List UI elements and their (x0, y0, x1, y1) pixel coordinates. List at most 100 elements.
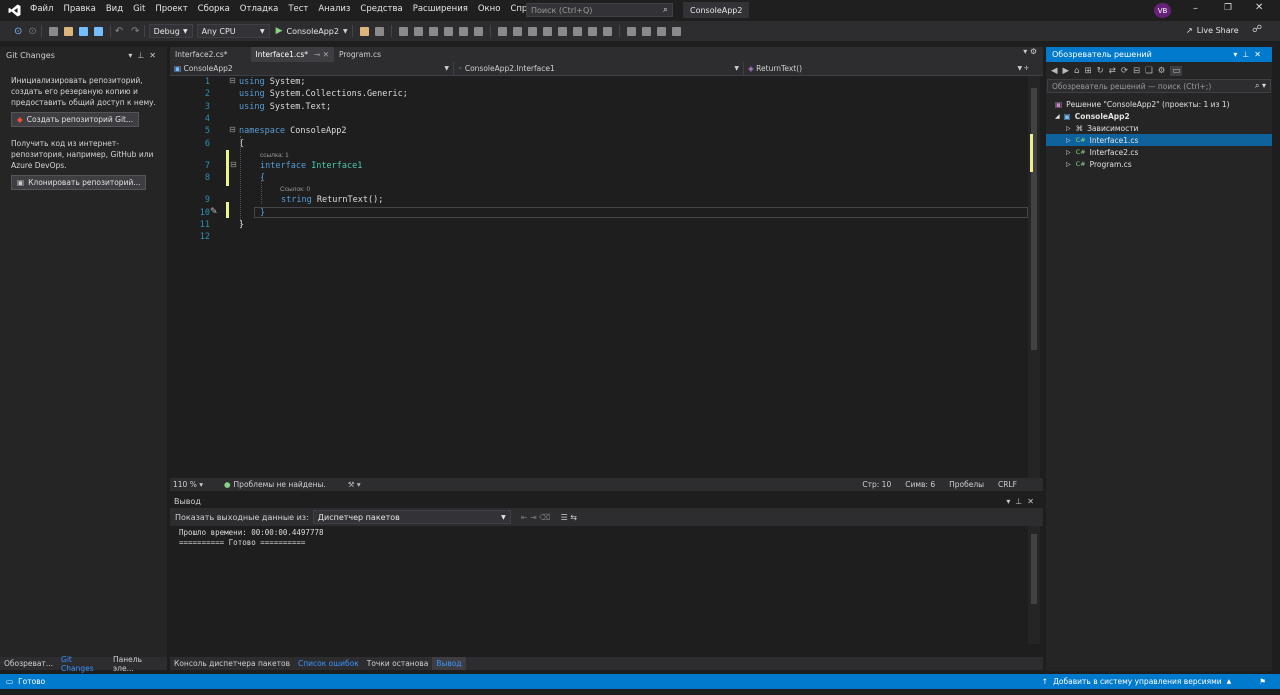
code-line[interactable]: 7 interface Interface1 ⊟ (170, 160, 1028, 173)
collapse-icon[interactable]: ⊟ (1133, 66, 1140, 76)
codelens-method[interactable]: Ссылок: 0 (280, 186, 310, 193)
tab-git-changes[interactable]: Git Changes (57, 655, 109, 673)
tree-project-node[interactable]: ◢ ▣ ConsoleApp2 (1046, 110, 1272, 122)
menu-tools[interactable]: Средства (360, 4, 402, 14)
menu-git[interactable]: Git (133, 4, 145, 14)
refresh-icon[interactable]: ⟳ (1121, 66, 1128, 76)
toolbar-icon-3[interactable] (428, 26, 438, 36)
show-all-icon[interactable]: ❏ (1145, 66, 1153, 76)
zoom-dropdown[interactable]: 110 % ▾ (170, 480, 224, 489)
menu-window[interactable]: Окно (478, 4, 501, 14)
menu-extensions[interactable]: Расширения (413, 4, 468, 14)
codelens-interface[interactable]: ссылка: 1 (260, 152, 289, 159)
tab-error-list[interactable]: Список ошибок (294, 657, 363, 670)
menu-project[interactable]: Проект (155, 4, 187, 14)
switch-views-icon[interactable]: ⊞ (1085, 66, 1092, 76)
toolbar-icon-17[interactable] (671, 26, 681, 36)
pending-changes-icon[interactable]: ↻ (1097, 66, 1104, 76)
add-to-source-control[interactable]: Добавить в систему управления версиями (1053, 677, 1222, 686)
collapsed-arrow-icon[interactable]: ▷ (1066, 125, 1071, 132)
search-box[interactable]: Поиск (Ctrl+Q) ⌕ (526, 3, 673, 17)
output-toolbar-icons[interactable]: ⇤ ⇥ ⌫ (521, 513, 551, 522)
code-line[interactable]: 9 string ReturnText(); (170, 195, 1028, 207)
live-share-button[interactable]: ↗ Live Share (1186, 26, 1239, 35)
toolbar-icon-7[interactable] (512, 26, 522, 36)
editor-scroll-thumb[interactable] (1031, 88, 1037, 350)
tab-toolbox[interactable]: Панель эле... (109, 655, 167, 673)
toolbar-icon-14[interactable] (626, 26, 636, 36)
clone-repo-button[interactable]: ▣ Клонировать репозиторий... (11, 175, 147, 190)
back-icon[interactable]: ◀ (1051, 66, 1058, 76)
save-icon[interactable] (78, 26, 88, 36)
minimize-icon[interactable]: – (1193, 3, 1198, 14)
output-pin-close-icon[interactable]: ▾⊥✕ (1006, 497, 1039, 506)
sync-icon[interactable]: ⇄ (1109, 66, 1116, 76)
forward-icon[interactable]: ⊙ (28, 26, 36, 37)
notifications-icon[interactable]: ⚑ (1259, 677, 1266, 686)
code-line[interactable]: 12 (170, 232, 1028, 244)
bookmark-icon[interactable] (497, 26, 507, 36)
toolbar-icon-12[interactable] (587, 26, 597, 36)
editor-scrollbar[interactable] (1028, 76, 1040, 478)
code-line[interactable]: 4 (170, 114, 1028, 126)
fold-toggle-icon[interactable]: ⊟ (229, 76, 236, 85)
feedback-icon[interactable]: ☍ (1252, 24, 1262, 35)
save-all-icon[interactable] (93, 26, 103, 36)
toolbar-icon-9[interactable] (542, 26, 552, 36)
platform-dropdown[interactable]: Any CPU ▼ (196, 24, 270, 38)
code-editor[interactable]: 1 using System; ⊟ 2 using System.Collections… (170, 76, 1040, 478)
tab-pin-close-icon[interactable]: ⊸ ✕ (314, 50, 329, 59)
tree-item-interface2[interactable]: ▷ C# Interface2.cs (1046, 146, 1272, 158)
code-line[interactable]: 1 using System; ⊟ (170, 76, 1028, 89)
properties-icon[interactable]: ⚙ (1158, 66, 1166, 76)
project-dropdown[interactable]: ▣ ConsoleApp2 ▼ (170, 62, 454, 75)
tab-overflow-icon[interactable]: ▾ ⚙ (1017, 47, 1043, 62)
menu-test[interactable]: Тест (288, 4, 308, 14)
start-button[interactable]: ▶ ConsoleApp2 ▼ (276, 26, 348, 36)
toolbar-icon-5[interactable] (458, 26, 468, 36)
tab-output[interactable]: Вывод (432, 657, 466, 670)
restore-icon[interactable]: ❐ (1224, 3, 1232, 13)
tab-solution-explorer-left[interactable]: Обозреват... (0, 657, 57, 670)
toolbar-icon-11[interactable] (572, 26, 582, 36)
code-line[interactable]: 2 using System.Collections.Generic; (170, 89, 1028, 101)
new-project-icon[interactable] (48, 26, 58, 36)
collapsed-arrow-icon[interactable]: ▷ (1066, 161, 1071, 168)
collapsed-arrow-icon[interactable]: ▷ (1066, 137, 1071, 144)
browse-icon[interactable] (374, 26, 384, 36)
panel-pin-close-icon[interactable]: ▾⊥✕ (1233, 50, 1266, 59)
quick-actions-icon[interactable]: ✎ (210, 207, 218, 217)
menu-debug[interactable]: Отладка (240, 4, 279, 14)
tab-program[interactable]: Program.cs (334, 47, 386, 62)
member-dropdown[interactable]: ◈ ReturnText() ▼ ✛ (744, 62, 1043, 75)
home-icon[interactable]: ⌂ (1074, 66, 1079, 76)
tab-package-manager-console[interactable]: Консоль диспетчера пакетов (170, 657, 294, 670)
redo-icon[interactable]: ↷ (131, 26, 139, 37)
menu-file[interactable]: Файл (30, 4, 53, 14)
forward-icon[interactable]: ▶ (1063, 66, 1070, 76)
panel-pin-close-icon[interactable]: ▾⊥✕ (128, 51, 161, 60)
line-number[interactable]: Стр: 10 (862, 480, 891, 489)
output-scrollbar[interactable] (1028, 526, 1040, 644)
tree-solution-node[interactable]: ▣ Решение "ConsoleApp2" (проекты: 1 из 1) (1046, 98, 1272, 110)
toolbar-icon-16[interactable] (656, 26, 666, 36)
column-number[interactable]: Симв: 6 (905, 480, 935, 489)
toolbar-icon-6[interactable] (473, 26, 483, 36)
tree-item-program[interactable]: ▷ C# Program.cs (1046, 158, 1272, 170)
tab-interface1[interactable]: Interface1.cs* ⊸ ✕ (250, 47, 334, 62)
tab-breakpoints[interactable]: Точки останова (363, 657, 433, 670)
preview-icon[interactable]: ▭ (1170, 65, 1183, 76)
create-repo-button[interactable]: ◆ Создать репозиторий Git... (11, 112, 140, 127)
configuration-dropdown[interactable]: Debug ▼ (148, 24, 193, 38)
toolbar-icon-10[interactable] (557, 26, 567, 36)
line-ending[interactable]: CRLF (998, 480, 1017, 489)
vcs-arrow-icon[interactable]: ▲ (1227, 678, 1232, 685)
toolbar-icon-1[interactable] (398, 26, 408, 36)
menu-view[interactable]: Вид (106, 4, 123, 14)
indent-mode[interactable]: Пробелы (949, 480, 984, 489)
collapsed-arrow-icon[interactable]: ▷ (1066, 149, 1071, 156)
brush-icon[interactable]: ⚒ ▾ (348, 480, 361, 489)
undo-icon[interactable]: ↶ (115, 26, 123, 37)
problems-status[interactable]: Проблемы не найдены. (234, 480, 326, 489)
word-wrap-icon[interactable]: ☰ ⇆ (561, 513, 577, 522)
